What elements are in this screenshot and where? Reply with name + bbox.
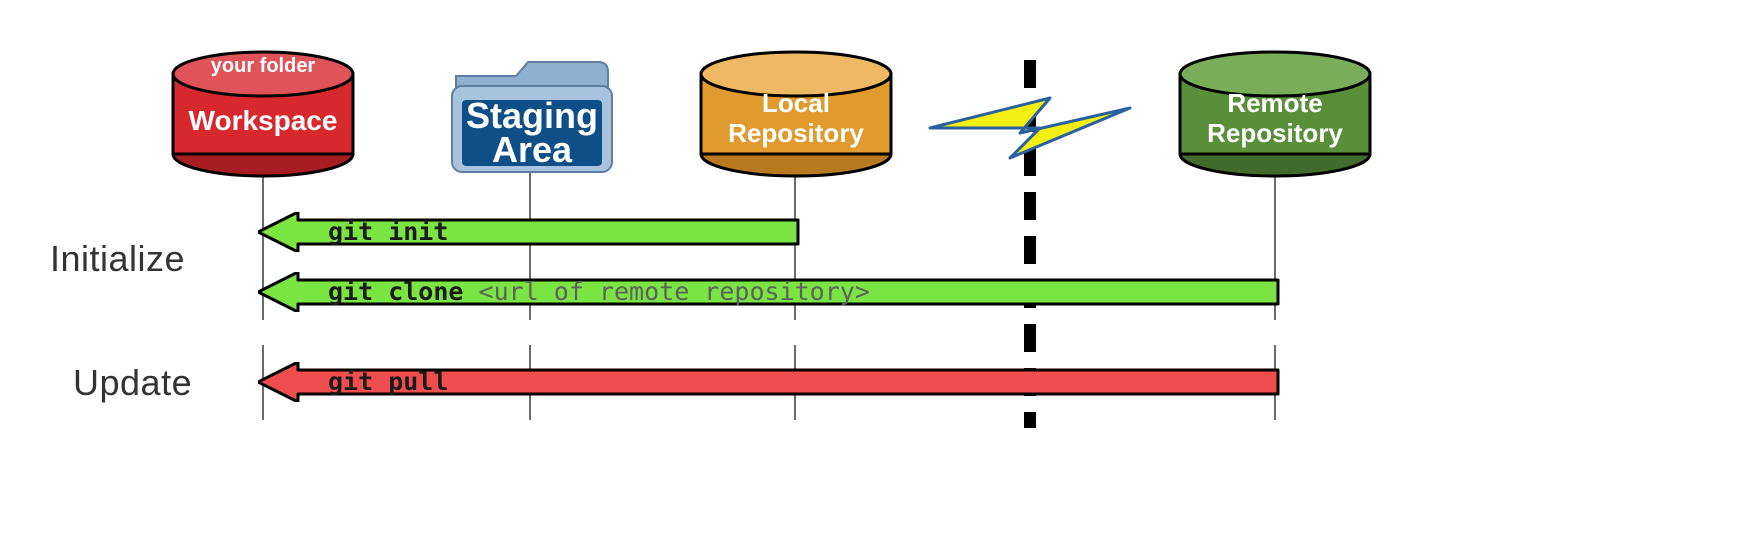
cmd-git-pull: git pull [328, 367, 448, 396]
workspace-sup-label: your folder [211, 55, 316, 77]
git-locations-diagram: { "locations": { "workspace": { "label":… [0, 0, 1756, 538]
row-initialize-label: Initialize [50, 238, 185, 280]
remote-label-2: Repository [1207, 118, 1343, 148]
local-label-2: Repository [728, 118, 864, 148]
local-label-1: Local [762, 88, 830, 118]
workspace-label: Workspace [189, 105, 338, 136]
workspace-cylinder-icon: your folder Workspace [170, 50, 356, 180]
local-repo-cylinder-icon: Local Repository [697, 50, 895, 180]
staging-folder-icon: Staging Area [444, 52, 620, 180]
remote-label-1: Remote [1227, 88, 1322, 118]
staging-label-2: Area [492, 129, 573, 170]
cmd-git-init: git init [328, 217, 448, 246]
cmd-git-clone: git clone <url of remote repository> [328, 277, 870, 306]
remote-repo-cylinder-icon: Remote Repository [1176, 50, 1374, 180]
row-update-label: Update [73, 362, 192, 404]
